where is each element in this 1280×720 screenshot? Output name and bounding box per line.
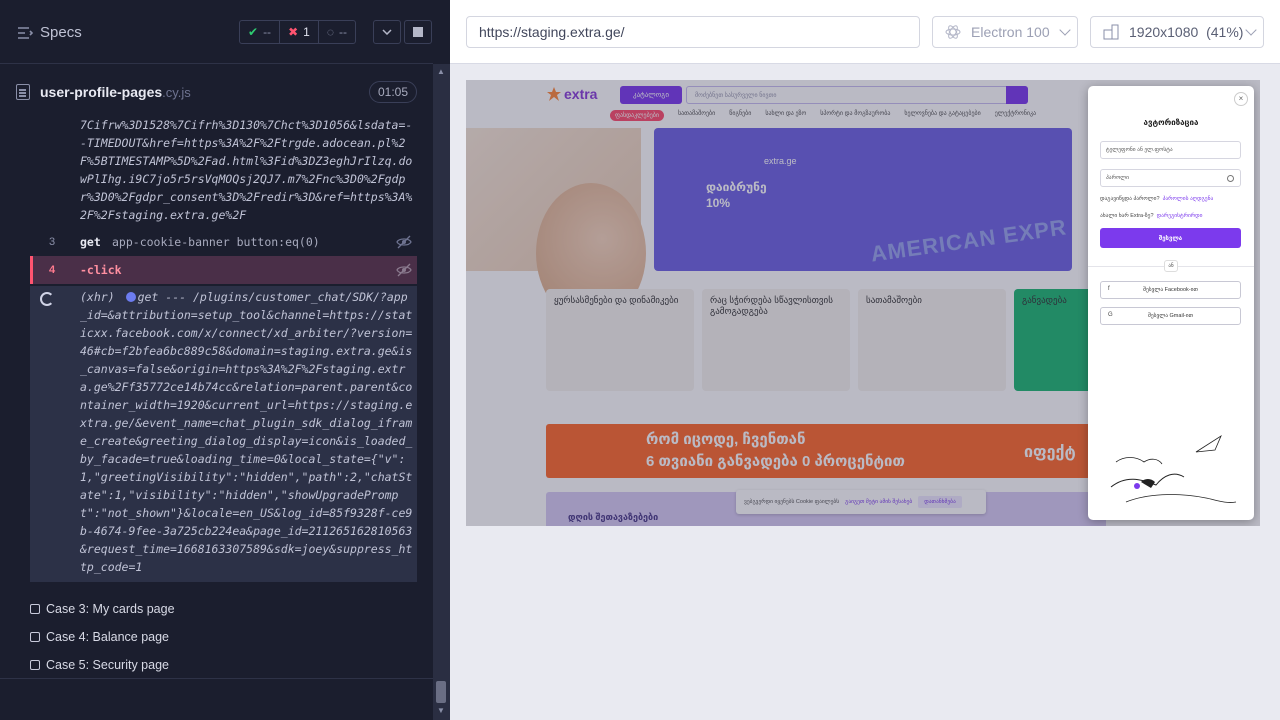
spec-file-header: user-profile-pages.cy.js 01:05 — [16, 78, 417, 108]
specs-list-icon[interactable] — [17, 26, 33, 40]
stop-button[interactable] — [404, 20, 432, 44]
url-bar[interactable]: https://staging.extra.ge/ — [466, 16, 920, 48]
chevron-down-icon — [1059, 24, 1071, 36]
password-placeholder: პაროლი — [1106, 175, 1129, 181]
passed-count: -- — [263, 25, 272, 39]
google-icon: G — [1108, 312, 1113, 318]
close-icon[interactable]: × — [1234, 92, 1248, 106]
email-field[interactable]: ტელეფონი ან ელ.ფოსტა — [1100, 141, 1241, 159]
test-case-label: Case 3: My cards page — [46, 602, 175, 616]
facebook-login-button[interactable]: f შესვლა Facebook-ით — [1100, 281, 1241, 299]
login-modal: × ავტორიზაცია ტელეფონი ან ელ.ფოსტა პაროლ… — [1088, 86, 1254, 520]
test-case-3[interactable]: Case 3: My cards page — [30, 599, 175, 619]
command-number: 4 — [49, 264, 56, 276]
stat-failed: ✖ 1 — [279, 21, 318, 43]
pending-dot-icon — [125, 292, 136, 302]
test-case-label: Case 5: Security page — [46, 658, 169, 672]
pending-count: -- — [338, 25, 347, 39]
register-link[interactable]: დარეგისტრირდი — [1157, 213, 1203, 219]
test-case-4[interactable]: Case 4: Balance page — [30, 627, 169, 647]
divider — [0, 678, 433, 679]
scroll-down-arrow-icon[interactable]: ▼ — [436, 707, 446, 715]
viewport-scale: (41%) — [1206, 24, 1244, 40]
forgot-password-link[interactable]: პაროლის აღდგენა — [1163, 196, 1214, 202]
viewport-size: 1920x1080 — [1129, 24, 1199, 40]
xhr-label: (xhr) — [80, 290, 115, 304]
command-name: -click — [80, 263, 122, 277]
register-row: ახალი ხარ Extra-ზე? დარეგისტრირდი — [1100, 213, 1203, 219]
command-log[interactable]: user-profile-pages.cy.js 01:05 7Cifrw%3D… — [0, 64, 433, 720]
chevron-down-icon — [1245, 24, 1257, 36]
modal-title: ავტორიზაცია — [1143, 118, 1199, 127]
or-separator: ან — [1164, 260, 1178, 272]
scroll-up-arrow-icon[interactable]: ▲ — [436, 68, 446, 76]
eye-hidden-icon — [396, 263, 412, 277]
xhr-url: /plugins/customer_chat/SDK/?app_id=&attr… — [80, 290, 413, 574]
x-icon: ✖ — [288, 25, 299, 39]
xhr-text: (xhr) get --- /plugins/customer_chat/SDK… — [80, 288, 413, 576]
browser-name: Electron 100 — [971, 24, 1050, 40]
illustration-image — [1110, 434, 1237, 503]
stat-passed: ✔ -- — [240, 21, 279, 43]
command-name: get — [80, 235, 101, 249]
checkbox-icon — [30, 604, 40, 614]
command-number: 3 — [49, 236, 56, 248]
test-case-5[interactable]: Case 5: Security page — [30, 655, 169, 675]
electron-icon — [945, 25, 961, 39]
eye-hidden-icon — [396, 235, 412, 249]
loading-spinner-icon — [40, 292, 54, 306]
checkbox-icon — [30, 660, 40, 670]
check-icon: ✔ — [248, 25, 259, 39]
checkbox-icon — [30, 632, 40, 642]
specs-title[interactable]: Specs — [40, 24, 82, 41]
xhr-log-entry[interactable]: (xhr) get --- /plugins/customer_chat/SDK… — [30, 286, 417, 582]
viewport-icon — [1103, 24, 1119, 40]
pending-icon: ◌ — [326, 25, 334, 39]
facebook-icon: f — [1108, 286, 1110, 292]
command-arg: app-cookie-banner button:eq(0) — [112, 235, 320, 249]
eye-icon[interactable] — [1227, 175, 1234, 182]
xhr-method: get — [137, 290, 159, 304]
test-case-label: Case 4: Balance page — [46, 630, 170, 644]
chevron-down-icon — [382, 29, 392, 35]
scrollbar-thumb[interactable] — [436, 681, 446, 703]
app-preview-panel: https://staging.extra.ge/ Electron 100 1… — [450, 0, 1280, 720]
browser-selector[interactable]: Electron 100 — [932, 16, 1078, 48]
command-row-get[interactable]: 3 get app-cookie-banner button:eq(0) — [30, 228, 417, 256]
gmail-login-button[interactable]: Gშესვლა Gmail-ით — [1100, 307, 1241, 325]
app-under-test-frame[interactable]: extra კატალოგი მოძებნეთ სასურველი ნივთი … — [466, 80, 1260, 526]
previous-url-text: 7Cifrw%3D1528%7Cifrh%3D130%7Chct%3D1056&… — [80, 118, 413, 222]
stop-icon — [413, 27, 423, 37]
viewport-selector[interactable]: 1920x1080 (41%) — [1090, 16, 1264, 48]
forgot-password-row: დაგავიწყდა პაროლი? პაროლის აღდგენა — [1100, 196, 1214, 202]
preview-toolbar: https://staging.extra.ge/ Electron 100 1… — [450, 0, 1280, 64]
command-row-click[interactable]: 4 -click — [30, 256, 417, 284]
spec-file-name[interactable]: user-profile-pages.cy.js — [40, 84, 191, 100]
xhr-status: --- — [165, 290, 187, 304]
scrollbar-track[interactable] — [433, 64, 450, 720]
reporter-header: Specs ✔ -- ✖ 1 ◌ -- — [0, 0, 433, 64]
collapse-toggle-button[interactable] — [373, 20, 401, 44]
failed-count: 1 — [303, 25, 310, 39]
test-stats: ✔ -- ✖ 1 ◌ -- — [239, 20, 356, 44]
spec-duration: 01:05 — [368, 81, 417, 103]
login-submit-button[interactable]: შესვლა — [1100, 228, 1241, 248]
reporter-panel: Specs ✔ -- ✖ 1 ◌ -- user-profile-pages.cy.j… — [0, 0, 450, 720]
stat-pending: ◌ -- — [317, 21, 355, 43]
file-icon — [16, 84, 30, 100]
password-field[interactable]: პაროლი — [1100, 169, 1241, 187]
